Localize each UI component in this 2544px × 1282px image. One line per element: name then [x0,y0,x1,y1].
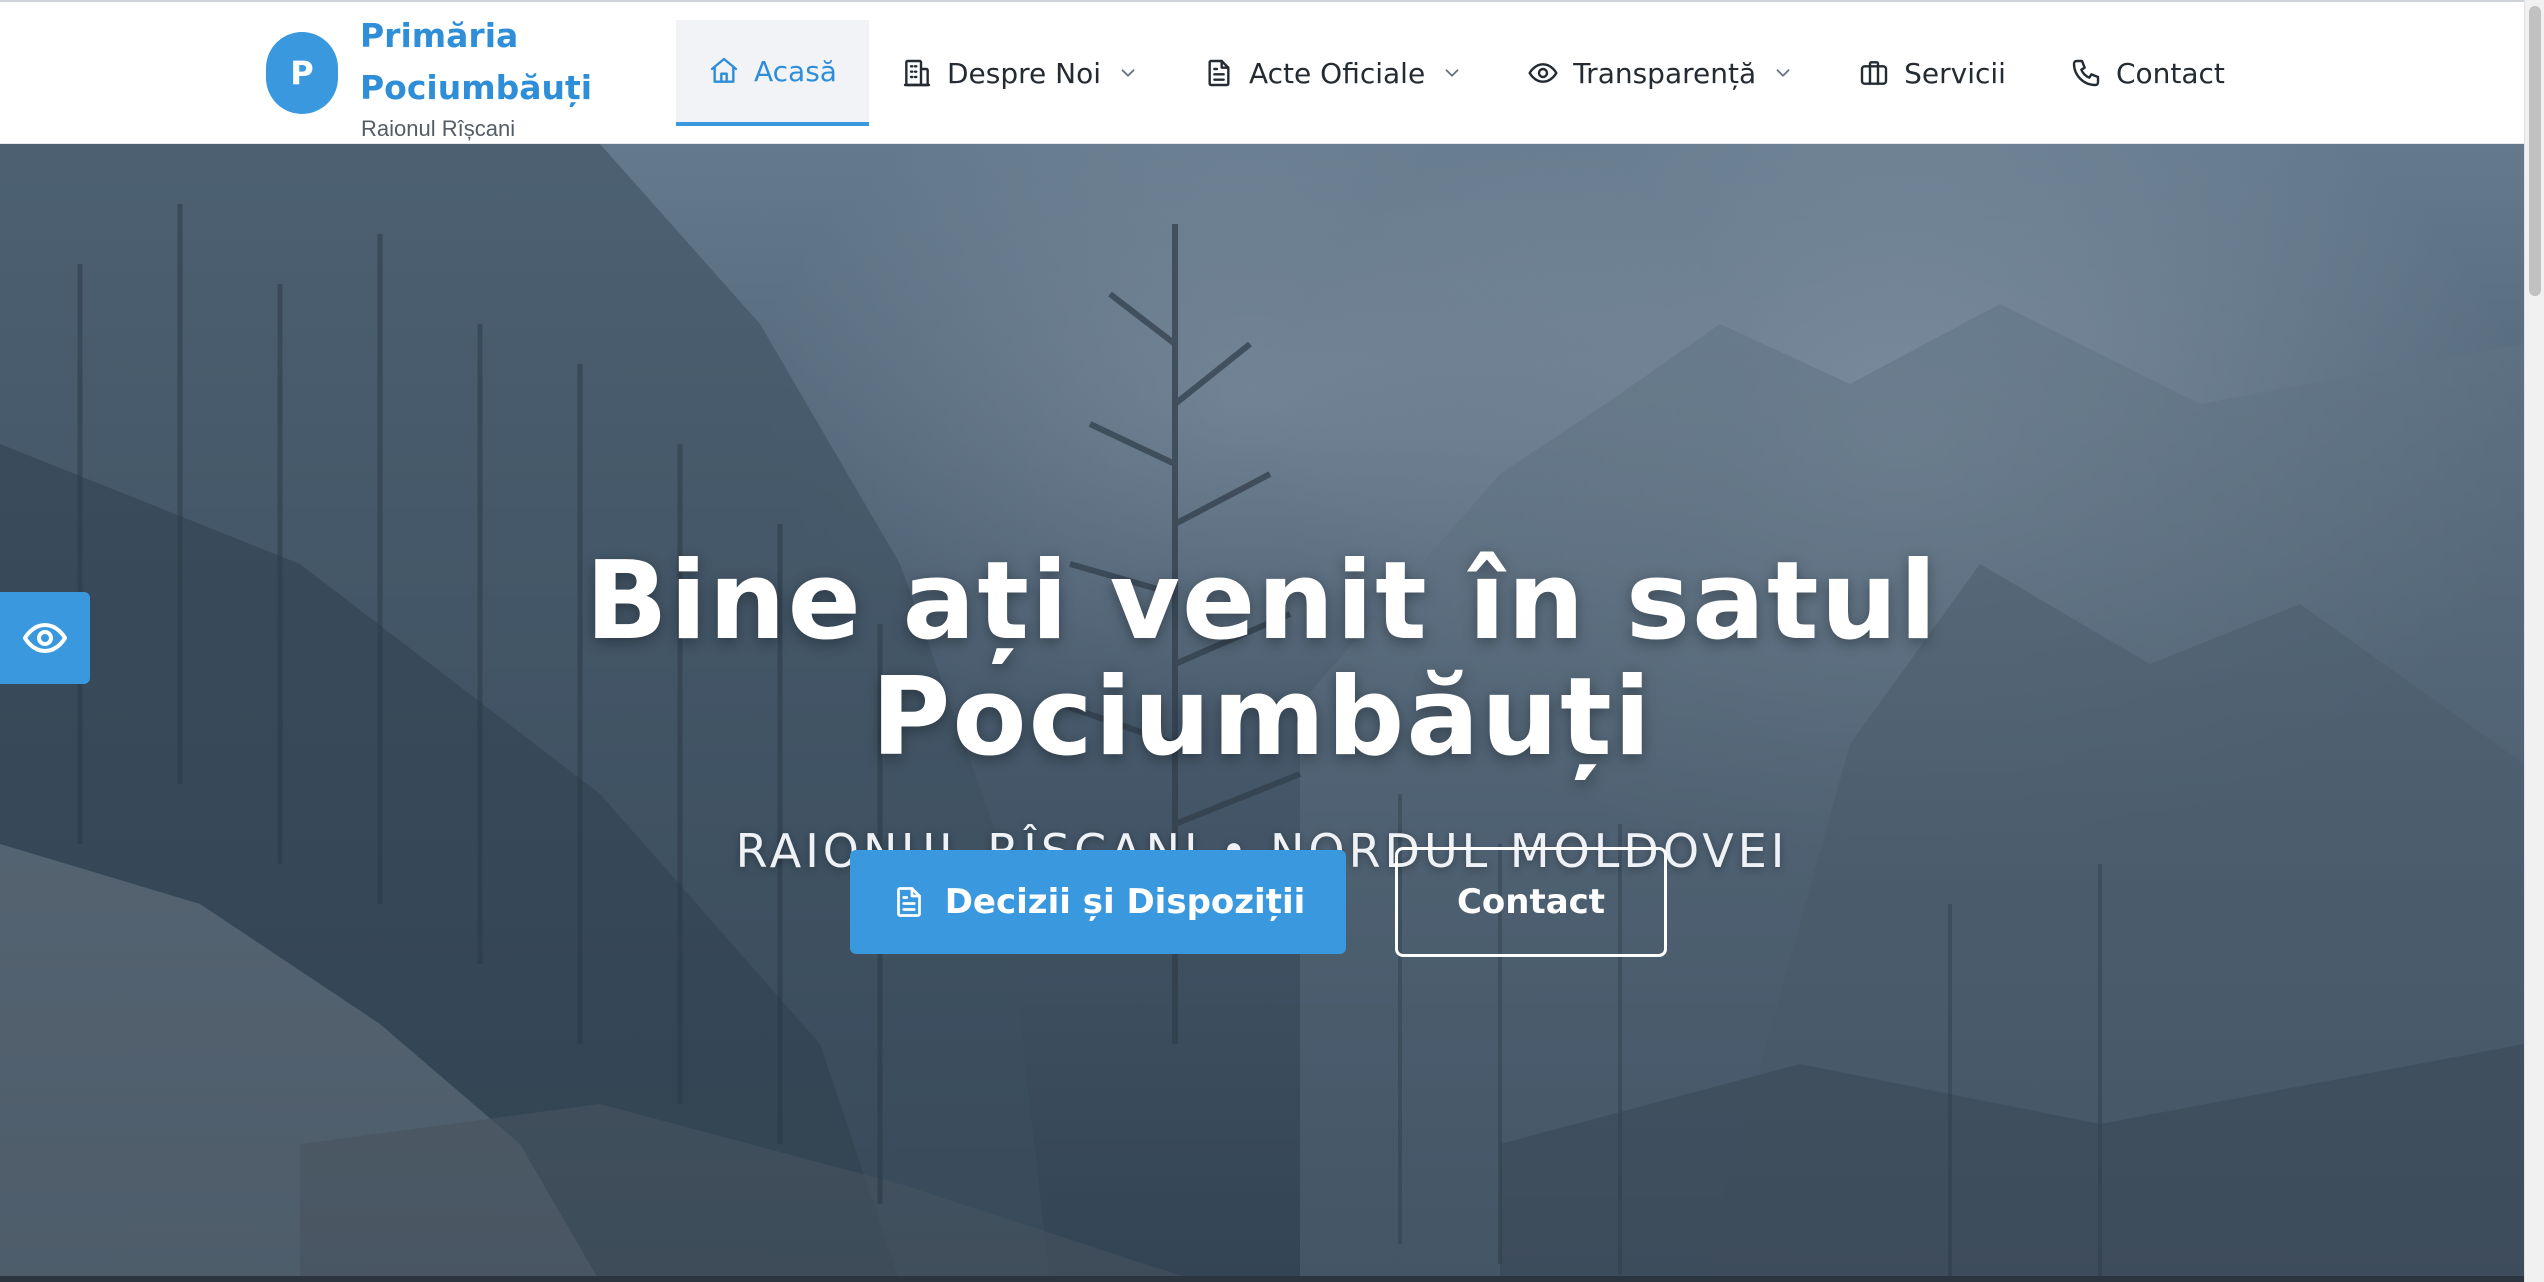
decizii-dispozitii-button[interactable]: Decizii și Dispoziții [850,850,1346,954]
page-scrollbar[interactable] [2524,0,2544,1282]
nav-item-acte-oficiale[interactable]: Acte Oficiale [1171,20,1495,126]
document-icon [1203,57,1235,89]
home-icon [708,55,740,87]
nav-label: Acasă [754,54,837,88]
nav-label: Despre Noi [946,56,1101,90]
logo-badge[interactable]: P [266,32,338,114]
nav-item-despre-noi[interactable]: Despre Noi [869,20,1171,126]
nav-item-acasa[interactable]: Acasă [676,20,869,126]
nav-label: Acte Oficiale [1249,56,1426,90]
document-icon [891,884,927,920]
logo-letter: P [290,54,314,92]
site-subtitle: Raionul Rîșcani [361,116,516,141]
phone-icon [2070,57,2102,89]
nav-item-servicii[interactable]: Servicii [1826,20,2038,126]
site-title[interactable]: Primăria Pociumbăuți [360,10,620,114]
nav-label: Servicii [1904,56,2006,90]
hero-title-line1: Bine ați venit în satul [585,539,1939,664]
briefcase-icon [1858,57,1890,89]
button-label: Contact [1456,882,1606,922]
button-label: Decizii și Dispoziții [944,882,1306,922]
chevron-down-icon [1772,62,1794,84]
main-nav: Acasă Despre Noi Acte Oficiale Transpare… [676,20,2257,128]
nav-label: Transparență [1573,56,1757,90]
nav-item-transparenta[interactable]: Transparență [1495,20,1826,126]
nav-item-contact[interactable]: Contact [2038,20,2257,126]
chevron-down-icon [1441,62,1463,84]
scrollbar-thumb[interactable] [2529,6,2541,296]
hero-title-line2: Pociumbăuți [871,655,1653,780]
eye-icon [21,614,69,662]
hero-title: Bine ați venit în satul Pociumbăuți [0,544,2524,776]
contact-button[interactable]: Contact [1395,847,1667,957]
hero-section: Bine ați venit în satul Pociumbăuți RAIO… [0,144,2524,1282]
site-header: P Primăria Pociumbăuți Raionul Rîșcani A… [0,0,2524,144]
eye-icon [1527,57,1559,89]
nav-label: Contact [2115,56,2225,90]
next-section-edge [0,1276,2524,1282]
building-icon [901,57,933,89]
viewport: P Primăria Pociumbăuți Raionul Rîșcani A… [0,0,2524,1282]
accessibility-toggle[interactable] [0,592,90,684]
chevron-down-icon [1117,62,1139,84]
